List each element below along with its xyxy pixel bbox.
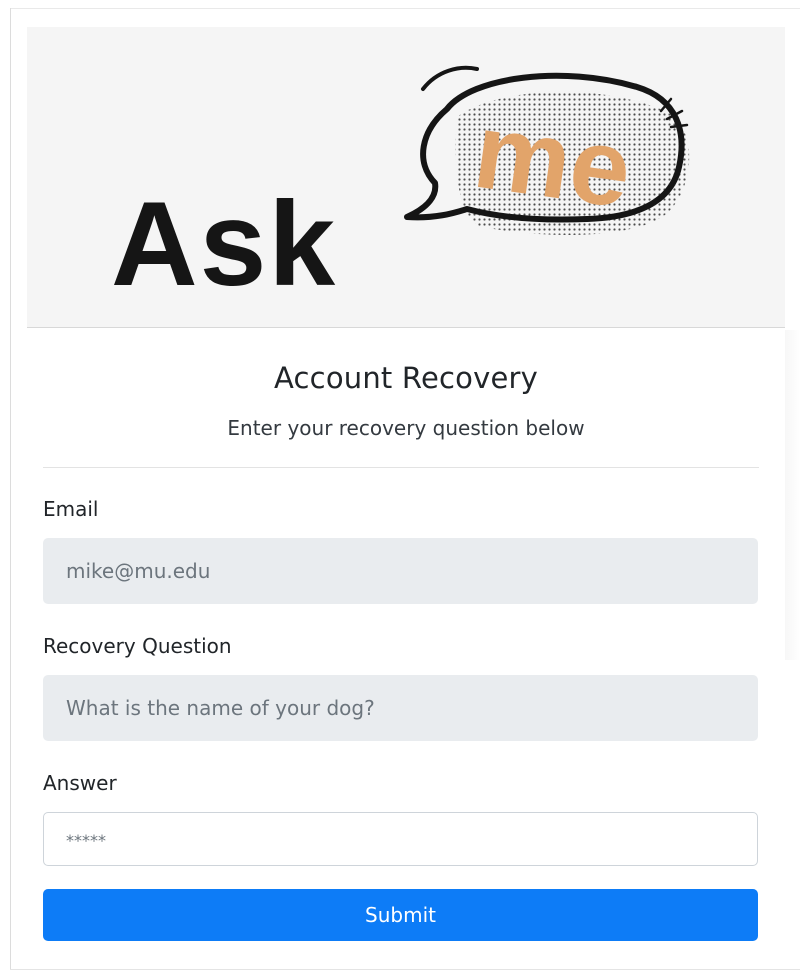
bubble-sketch-stroke bbox=[421, 65, 479, 91]
frame-left-border bbox=[10, 8, 11, 970]
frame-bottom-border bbox=[10, 969, 800, 970]
askme-logo: me Ask bbox=[111, 65, 690, 311]
recovery-question-field: What is the name of your dog? bbox=[43, 675, 758, 741]
logo-banner: me Ask bbox=[27, 27, 785, 328]
answer-input[interactable] bbox=[43, 812, 758, 866]
card-shadow bbox=[784, 330, 800, 660]
recovery-question-label: Recovery Question bbox=[43, 634, 232, 658]
logo-me-text: me bbox=[467, 89, 638, 231]
page: me Ask Account Recovery Enter your recov… bbox=[0, 0, 801, 973]
logo-ask-text: Ask bbox=[111, 177, 337, 311]
recovery-card: me Ask Account Recovery Enter your recov… bbox=[27, 27, 785, 967]
email-label: Email bbox=[43, 497, 99, 521]
submit-button[interactable]: Submit bbox=[43, 889, 758, 941]
header-divider bbox=[43, 467, 759, 468]
answer-label: Answer bbox=[43, 771, 117, 795]
email-field: mike@mu.edu bbox=[43, 538, 758, 604]
frame-top-border bbox=[10, 8, 800, 9]
page-subtitle: Enter your recovery question below bbox=[227, 416, 585, 440]
page-title: Account Recovery bbox=[274, 361, 538, 395]
